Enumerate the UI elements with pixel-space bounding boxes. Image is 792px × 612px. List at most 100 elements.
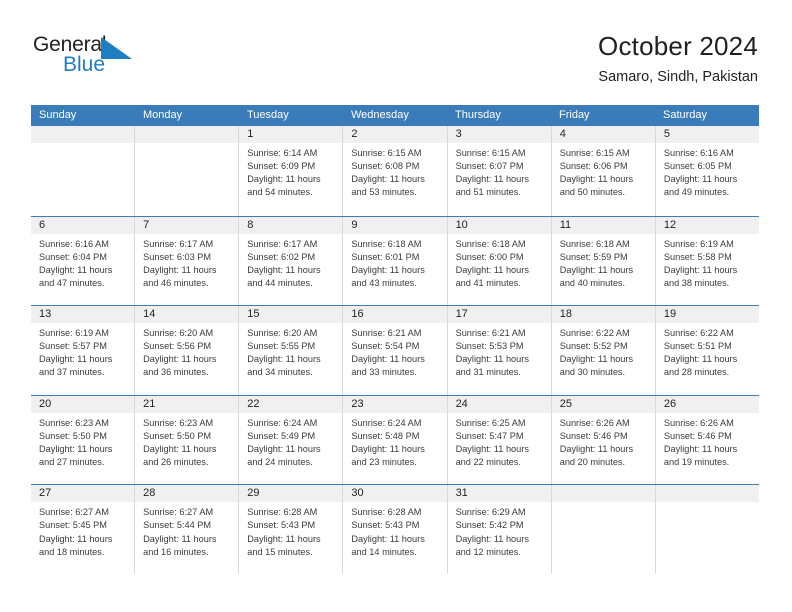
day-details: Sunrise: 6:24 AM Sunset: 5:48 PM Daylight:… [343, 413, 446, 469]
day-cell[interactable]: 2 Sunrise: 6:15 AM Sunset: 6:08 PM Daylight… [343, 126, 448, 216]
day-cell[interactable]: 23 Sunrise: 6:24 AM Sunset: 5:48 PM Dayligh… [343, 395, 448, 485]
day-cell[interactable]: 27 Sunrise: 6:27 AM Sunset: 5:45 PM Dayligh… [31, 485, 136, 574]
daylight-text: Daylight: 11 hours and 15 minutes. [247, 533, 321, 557]
day-cell[interactable]: 7 Sunrise: 6:17 AM Sunset: 6:03 PM Daylight… [135, 216, 240, 306]
day-cell[interactable]: 26 Sunrise: 6:26 AM Sunset: 5:46 PM Dayligh… [655, 395, 759, 485]
day-number: 19 [655, 306, 759, 324]
daylight-text: Daylight: 11 hours and 27 minutes. [39, 443, 113, 468]
day-details: Sunrise: 6:28 AM Sunset: 5:43 PM Daylight:… [239, 502, 342, 558]
day-cell[interactable]: 1 Sunrise: 6:14 AM Sunset: 6:09 PM Daylight… [239, 126, 344, 216]
day-details: Sunrise: 6:17 AM Sunset: 6:02 PM Daylight:… [239, 234, 342, 290]
sunrise-text: Sunrise: 6:22 AM [559, 328, 630, 339]
day-cell[interactable]: 16 Sunrise: 6:21 AM Sunset: 5:54 PM Dayligh… [343, 306, 448, 395]
day-cell[interactable]: 24 Sunrise: 6:25 AM Sunset: 5:47 PM Dayligh… [447, 395, 552, 485]
day-details: Sunrise: 6:21 AM Sunset: 5:53 PM Daylight:… [448, 323, 551, 379]
day-cell[interactable]: 22 Sunrise: 6:24 AM Sunset: 5:49 PM Dayligh… [239, 395, 344, 485]
day-number: 18 [551, 306, 655, 324]
sunset-text: Sunset: 5:59 PM [559, 251, 628, 262]
daylight-text: Daylight: 11 hours and 33 minutes. [351, 354, 425, 378]
day-details: Sunrise: 6:27 AM Sunset: 5:44 PM Daylight:… [135, 502, 238, 558]
page-title: October 2024 [598, 31, 758, 61]
day-details: Sunrise: 6:26 AM Sunset: 5:46 PM Daylight:… [552, 413, 655, 469]
sunset-text: Sunset: 5:52 PM [559, 341, 628, 352]
day-number: 7 [135, 216, 239, 234]
day-details: Sunrise: 6:23 AM Sunset: 5:50 PM Daylight:… [31, 413, 134, 469]
sunrise-text: Sunrise: 6:19 AM [39, 328, 109, 339]
daylight-text: Daylight: 11 hours and 43 minutes. [351, 264, 425, 288]
day-cell[interactable]: 15 Sunrise: 6:20 AM Sunset: 5:55 PM Dayligh… [239, 306, 344, 395]
day-cell[interactable]: 3 Sunrise: 6:15 AM Sunset: 6:07 PM Daylight… [447, 126, 552, 216]
sunset-text: Sunset: 6:00 PM [455, 251, 524, 262]
sunset-text: Sunset: 5:53 PM [455, 341, 524, 352]
sunrise-text: Sunrise: 6:17 AM [247, 238, 318, 249]
day-cell[interactable]: 18 Sunrise: 6:22 AM Sunset: 5:52 PM Dayligh… [551, 306, 656, 395]
sunset-text: Sunset: 5:47 PM [455, 430, 524, 441]
daylight-text: Daylight: 11 hours and 14 minutes. [351, 533, 425, 557]
sunrise-text: Sunrise: 6:18 AM [351, 238, 422, 249]
sunrise-text: Sunrise: 6:27 AM [143, 507, 214, 518]
day-cell[interactable]: 10 Sunrise: 6:18 AM Sunset: 6:00 PM Dayligh… [447, 216, 552, 306]
sunset-text: Sunset: 5:43 PM [247, 520, 316, 531]
brand-logo[interactable]: General Blue [33, 34, 253, 84]
day-number: 16 [343, 306, 447, 324]
day-cell[interactable]: 31 Sunrise: 6:29 AM Sunset: 5:42 PM Dayligh… [447, 485, 552, 574]
day-cell[interactable]: 12 Sunrise: 6:19 AM Sunset: 5:58 PM Dayligh… [655, 216, 759, 306]
daylight-text: Daylight: 11 hours and 12 minutes. [455, 533, 529, 557]
daylight-text: Daylight: 11 hours and 51 minutes. [455, 174, 529, 198]
day-cell[interactable]: 8 Sunrise: 6:17 AM Sunset: 6:02 PM Daylight… [239, 216, 344, 306]
location-subtitle: Samaro, Sindh, Pakistan [598, 69, 758, 85]
day-details: Sunrise: 6:21 AM Sunset: 5:54 PM Daylight:… [343, 323, 446, 379]
sunset-text: Sunset: 5:55 PM [247, 341, 316, 352]
sunrise-text: Sunrise: 6:26 AM [559, 417, 630, 428]
day-cell[interactable]: 6 Sunrise: 6:16 AM Sunset: 6:04 PM Daylight… [31, 216, 136, 306]
sunrise-text: Sunrise: 6:24 AM [351, 417, 422, 428]
sunrise-text: Sunrise: 6:15 AM [351, 148, 422, 158]
day-cell[interactable]: 29 Sunrise: 6:28 AM Sunset: 5:43 PM Dayligh… [239, 485, 344, 574]
sunset-text: Sunset: 5:51 PM [663, 341, 732, 352]
day-details: Sunrise: 6:15 AM Sunset: 6:06 PM Daylight:… [552, 143, 655, 199]
day-number: 8 [239, 216, 343, 234]
daylight-text: Daylight: 11 hours and 36 minutes. [143, 354, 217, 378]
day-cell[interactable]: 11 Sunrise: 6:18 AM Sunset: 5:59 PM Dayligh… [551, 216, 656, 306]
day-cell[interactable]: 13 Sunrise: 6:19 AM Sunset: 5:57 PM Dayligh… [31, 306, 136, 395]
sunset-text: Sunset: 5:50 PM [39, 430, 107, 441]
sunset-text: Sunset: 5:45 PM [39, 520, 107, 531]
triangle-icon [101, 37, 133, 59]
sunset-text: Sunset: 5:43 PM [351, 520, 420, 531]
day-number: 10 [447, 216, 551, 234]
day-cell[interactable]: 19 Sunrise: 6:22 AM Sunset: 5:51 PM Dayligh… [655, 306, 759, 395]
sunset-text: Sunset: 5:46 PM [559, 430, 628, 441]
day-details: Sunrise: 6:25 AM Sunset: 5:47 PM Daylight:… [448, 413, 551, 469]
page-header: General Blue October 2024 Samaro, Sindh,… [0, 0, 792, 104]
day-cell[interactable]: 20 Sunrise: 6:23 AM Sunset: 5:50 PM Dayligh… [31, 395, 136, 485]
daylight-text: Daylight: 11 hours and 34 minutes. [247, 354, 321, 378]
calendar-weeks: 1 Sunrise: 6:14 AM Sunset: 6:09 PM Daylight… [31, 126, 759, 574]
sunrise-text: Sunrise: 6:25 AM [455, 417, 526, 428]
weekday-header-tuesday: Tuesday [247, 109, 289, 121]
daylight-text: Daylight: 11 hours and 49 minutes. [663, 174, 738, 198]
day-cell[interactable]: 9 Sunrise: 6:18 AM Sunset: 6:01 PM Daylight… [343, 216, 448, 306]
sunrise-text: Sunrise: 6:15 AM [455, 148, 526, 158]
day-details: Sunrise: 6:17 AM Sunset: 6:03 PM Daylight:… [135, 234, 238, 290]
day-cell[interactable]: 30 Sunrise: 6:28 AM Sunset: 5:43 PM Dayligh… [343, 485, 448, 574]
calendar-week-row: 6 Sunrise: 6:16 AM Sunset: 6:04 PM Daylight… [31, 215, 759, 306]
day-cell-empty [655, 485, 759, 574]
sunrise-text: Sunrise: 6:21 AM [351, 328, 422, 339]
day-cell[interactable]: 5 Sunrise: 6:16 AM Sunset: 6:05 PM Daylight… [655, 126, 759, 216]
day-cell[interactable]: 25 Sunrise: 6:26 AM Sunset: 5:46 PM Dayligh… [551, 395, 656, 485]
day-number: 9 [343, 216, 447, 234]
daylight-text: Daylight: 11 hours and 50 minutes. [559, 174, 634, 198]
day-number: 13 [31, 306, 135, 324]
daylight-text: Daylight: 11 hours and 19 minutes. [663, 443, 738, 468]
sunset-text: Sunset: 5:48 PM [351, 430, 420, 441]
day-cell[interactable]: 4 Sunrise: 6:15 AM Sunset: 6:06 PM Daylight… [551, 126, 656, 216]
day-cell[interactable]: 28 Sunrise: 6:27 AM Sunset: 5:44 PM Dayligh… [135, 485, 240, 574]
daylight-text: Daylight: 11 hours and 18 minutes. [39, 533, 113, 557]
day-cell[interactable]: 17 Sunrise: 6:21 AM Sunset: 5:53 PM Dayligh… [447, 306, 552, 395]
day-number: 27 [31, 485, 135, 503]
day-cell[interactable]: 14 Sunrise: 6:20 AM Sunset: 5:56 PM Dayligh… [135, 306, 240, 395]
day-details: Sunrise: 6:27 AM Sunset: 5:45 PM Daylight:… [31, 502, 134, 558]
day-number: 23 [343, 395, 447, 413]
day-cell[interactable]: 21 Sunrise: 6:23 AM Sunset: 5:50 PM Dayligh… [135, 395, 240, 485]
daylight-text: Daylight: 11 hours and 30 minutes. [559, 354, 634, 378]
